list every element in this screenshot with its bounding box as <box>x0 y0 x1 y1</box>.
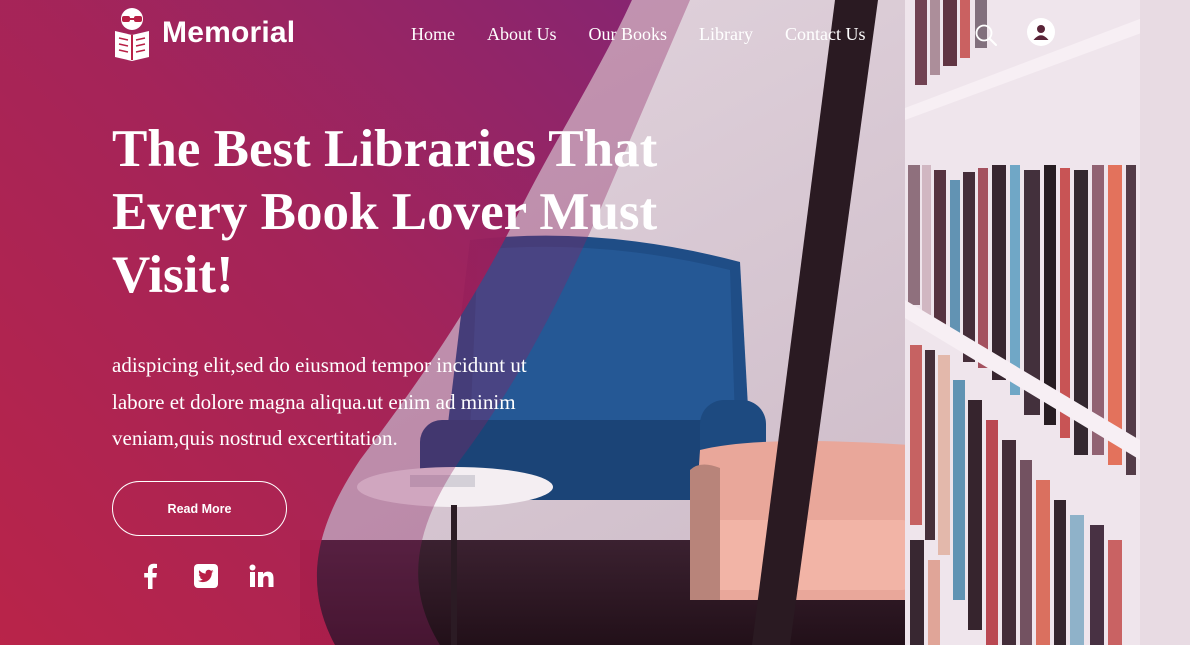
hero-text-line: labore et dolore magna aliqua.ut enim ad… <box>112 389 516 414</box>
reader-book-logo-icon <box>115 8 149 61</box>
hero-text-line: adispicing elit,sed do eiusmod tempor in… <box>112 353 527 377</box>
nav-item-about-us[interactable]: About Us <box>487 24 557 45</box>
hero-title-line: Every Book Lover Must <box>112 183 658 241</box>
facebook-link[interactable] <box>135 561 165 591</box>
user-account-button[interactable] <box>1027 18 1055 46</box>
nav-item-home[interactable]: Home <box>411 24 455 45</box>
main-nav: Home About Us Our Books Library Contact … <box>411 24 866 45</box>
hero-background <box>0 0 1190 645</box>
search-button[interactable] <box>973 22 999 48</box>
nav-item-contact-us[interactable]: Contact Us <box>785 24 866 45</box>
brand-logo[interactable]: Memorial <box>112 5 295 61</box>
facebook-icon <box>144 563 157 589</box>
twitter-link[interactable] <box>191 561 221 591</box>
library-scene-illustration <box>0 0 1190 645</box>
hero-description: adispicing elit,sed do eiusmod tempor in… <box>112 347 592 457</box>
nav-item-library[interactable]: Library <box>699 24 753 45</box>
hero-text-line: veniam,quis nostrud excertitation. <box>112 426 398 450</box>
twitter-icon <box>194 564 218 588</box>
nav-item-our-books[interactable]: Our Books <box>589 24 668 45</box>
brand-name: Memorial <box>162 16 296 49</box>
linkedin-link[interactable] <box>247 561 277 591</box>
search-icon <box>975 24 997 46</box>
hero-title-line: Visit! <box>112 246 234 304</box>
social-links <box>135 561 277 591</box>
hero-title-line: The Best Libraries That <box>112 120 658 178</box>
read-more-button[interactable]: Read More <box>112 481 287 536</box>
hero-title: The Best Libraries That Every Book Lover… <box>112 118 712 307</box>
linkedin-icon <box>249 564 274 587</box>
user-icon <box>1033 25 1049 40</box>
